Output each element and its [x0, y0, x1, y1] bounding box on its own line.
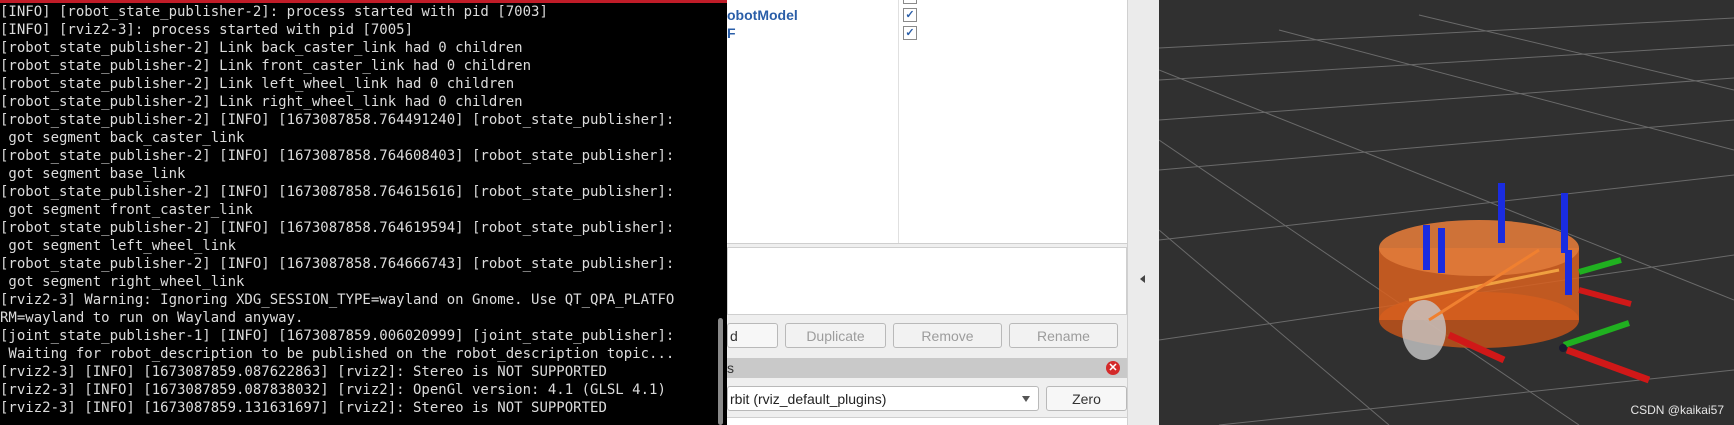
- remove-button[interactable]: Remove: [893, 323, 1002, 348]
- chevron-left-icon[interactable]: [1140, 275, 1145, 283]
- terminal-line: [rviz2-3] [INFO] [1673087859.131631697] …: [0, 400, 607, 416]
- terminal-line: [robot_state_publisher-2] [INFO] [167308…: [0, 112, 675, 128]
- terminal-line: [robot_state_publisher-2] Link front_cas…: [0, 58, 532, 74]
- terminal-line: got segment front_caster_link: [0, 202, 253, 218]
- display-item-tf[interactable]: F ✓: [727, 24, 1127, 42]
- terminal-line: Waiting for robot_description to be publ…: [0, 346, 675, 362]
- views-panel-header: s ✕: [727, 358, 1127, 378]
- ground-grid: [1159, 14, 1734, 425]
- terminal-line: [robot_state_publisher-2] [INFO] [167308…: [0, 148, 675, 164]
- displays-tree[interactable]: obotModel ✓ F ✓: [727, 0, 1127, 244]
- watermark-text: CSDN @kaikai57: [1630, 403, 1724, 417]
- zero-button[interactable]: Zero: [1046, 386, 1127, 411]
- terminal-line: [INFO] [robot_state_publisher-2]: proces…: [0, 4, 548, 20]
- terminal-line: got segment back_caster_link: [0, 130, 245, 146]
- check-icon[interactable]: ✓: [903, 8, 917, 22]
- terminal-line: [robot_state_publisher-2] [INFO] [167308…: [0, 220, 675, 236]
- rviz-displays-panel: obotModel ✓ F ✓ ..... d Duplicate Remove…: [727, 0, 1127, 425]
- view-properties-row: [727, 417, 1127, 425]
- checkbox-partial[interactable]: [903, 0, 917, 4]
- terminal-line: [robot_state_publisher-2] [INFO] [167308…: [0, 184, 675, 200]
- terminal-line: got segment right_wheel_link: [0, 274, 245, 290]
- render-viewport[interactable]: CSDN @kaikai57: [1159, 0, 1734, 425]
- terminal-line: got segment base_link: [0, 166, 186, 182]
- display-item-label: F: [727, 25, 736, 41]
- terminal-line: [robot_state_publisher-2] Link back_cast…: [0, 40, 523, 56]
- display-item-robotmodel[interactable]: obotModel ✓: [727, 6, 1127, 24]
- terminal-line: [robot_state_publisher-2] Link right_whe…: [0, 94, 523, 110]
- terminal-line: RM=wayland to run on Wayland anyway.: [0, 310, 304, 326]
- check-icon[interactable]: ✓: [903, 26, 917, 40]
- terminal-scrollbar[interactable]: [718, 318, 723, 425]
- duplicate-button[interactable]: Duplicate: [785, 323, 886, 348]
- robot-model: [1379, 183, 1651, 384]
- close-icon[interactable]: ✕: [1106, 361, 1120, 375]
- chevron-down-icon: [1022, 396, 1030, 402]
- terminal-output: [INFO] [robot_state_publisher-2]: proces…: [0, 3, 716, 417]
- view-type-value: rbit (rviz_default_plugins): [730, 391, 887, 407]
- scene-svg[interactable]: [1159, 0, 1734, 425]
- terminal-window[interactable]: [INFO] [robot_state_publisher-2]: proces…: [0, 0, 727, 425]
- terminal-line: [joint_state_publisher-1] [INFO] [167308…: [0, 328, 675, 344]
- terminal-line: got segment left_wheel_link: [0, 238, 237, 254]
- terminal-line: [rviz2-3] [INFO] [1673087859.087622863] …: [0, 364, 607, 380]
- terminal-line: [robot_state_publisher-2] Link left_whee…: [0, 76, 515, 92]
- add-button[interactable]: d: [727, 323, 778, 348]
- views-panel-title: s: [727, 360, 734, 376]
- display-description-box: [727, 247, 1127, 315]
- panel-collapse-bar[interactable]: [1127, 0, 1160, 425]
- terminal-line: [INFO] [rviz2-3]: process started with p…: [0, 22, 414, 38]
- terminal-line: [rviz2-3] Warning: Ignoring XDG_SESSION_…: [0, 292, 675, 308]
- rename-button[interactable]: Rename: [1009, 323, 1118, 348]
- view-type-dropdown[interactable]: rbit (rviz_default_plugins): [727, 386, 1039, 411]
- display-item-label: obotModel: [727, 7, 798, 23]
- terminal-line: [rviz2-3] [INFO] [1673087859.087838032] …: [0, 382, 666, 398]
- terminal-line: [robot_state_publisher-2] [INFO] [167308…: [0, 256, 675, 272]
